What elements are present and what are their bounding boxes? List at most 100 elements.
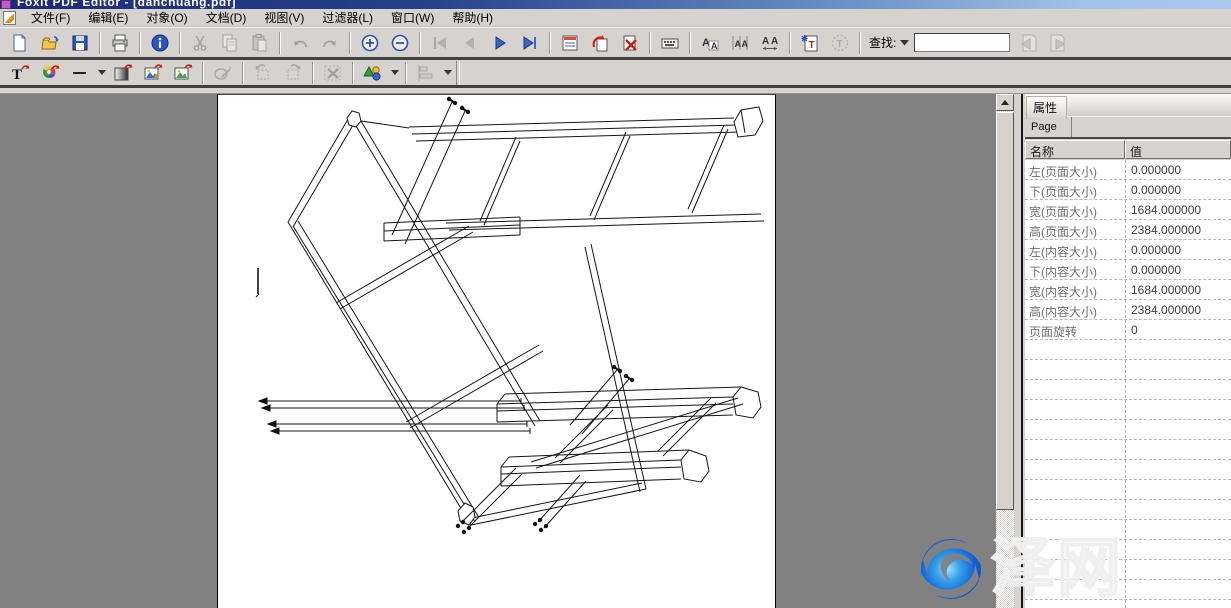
add-shape-dropdown[interactable]	[388, 64, 401, 82]
toolbar-separator	[202, 62, 204, 84]
property-value[interactable]: 0	[1125, 320, 1231, 339]
keyboard-button[interactable]	[655, 31, 685, 55]
toolbar-separator	[352, 62, 354, 84]
color-picker-button[interactable]	[35, 61, 65, 85]
line-width-button[interactable]	[65, 61, 95, 85]
insert-text-button[interactable]: T	[795, 31, 825, 55]
last-page-icon	[520, 33, 540, 53]
text-art-button[interactable]: T	[825, 31, 855, 55]
tab-page[interactable]: Page	[1025, 117, 1072, 137]
first-page-button[interactable]	[425, 31, 455, 55]
zoom-in-button[interactable]	[355, 31, 385, 55]
column-header-value[interactable]: 值	[1125, 140, 1231, 159]
keyboard-icon	[660, 33, 680, 53]
scissors-icon	[190, 33, 210, 53]
copy-button[interactable]	[215, 31, 245, 55]
redo-icon	[320, 33, 340, 53]
align-objects-dropdown[interactable]	[441, 64, 454, 82]
find-previous-button[interactable]	[1013, 31, 1043, 55]
align-objects-button[interactable]	[411, 61, 441, 85]
line-width-dropdown[interactable]	[95, 64, 108, 82]
new-document-button[interactable]	[5, 31, 35, 55]
redo-button[interactable]	[315, 31, 345, 55]
vertical-scrollbar[interactable]	[996, 94, 1014, 608]
property-value[interactable]: 0.000000	[1125, 160, 1231, 179]
scrollbar-thumb[interactable]	[996, 112, 1014, 510]
delete-page-button[interactable]	[615, 31, 645, 55]
property-row[interactable]: 宽(页面大小)1684.000000	[1025, 200, 1231, 220]
pdf-page[interactable]	[217, 94, 776, 608]
previous-page-button[interactable]	[455, 31, 485, 55]
rotate-object-right-button[interactable]	[278, 61, 308, 85]
rotate-page-button[interactable]	[585, 31, 615, 55]
find-input[interactable]	[914, 33, 1010, 52]
property-value[interactable]: 1684.000000	[1125, 200, 1231, 219]
property-row[interactable]: 高(页面大小)2384.000000	[1025, 220, 1231, 240]
edit-object-button[interactable]	[208, 61, 238, 85]
document-canvas[interactable]	[0, 94, 996, 608]
paste-icon	[250, 33, 270, 53]
property-name: 下(页面大小)	[1025, 180, 1125, 199]
document-info-button[interactable]	[145, 31, 175, 55]
add-text-button[interactable]: T	[5, 61, 35, 85]
letter-width-icon: AA	[730, 33, 750, 53]
last-page-button[interactable]	[515, 31, 545, 55]
zoom-out-button[interactable]	[385, 31, 415, 55]
rotate-right-icon	[282, 62, 304, 84]
property-row[interactable]: 下(页面大小)0.000000	[1025, 180, 1231, 200]
undo-button[interactable]	[285, 31, 315, 55]
property-value[interactable]: 0.000000	[1125, 260, 1231, 279]
column-header-name[interactable]: 名称	[1025, 140, 1125, 159]
fill-gradient-button[interactable]	[108, 61, 138, 85]
next-page-button[interactable]	[485, 31, 515, 55]
property-value[interactable]: 0.000000	[1125, 180, 1231, 199]
document-icon[interactable]	[3, 11, 16, 25]
rotate-object-left-button[interactable]	[248, 61, 278, 85]
menu-edit[interactable]: 编辑(E)	[79, 8, 137, 28]
zoom-in-icon	[360, 33, 380, 53]
property-value[interactable]: 2384.000000	[1125, 300, 1231, 319]
edit-image-button[interactable]	[138, 61, 168, 85]
print-button[interactable]	[105, 31, 135, 55]
replace-image-button[interactable]	[168, 61, 198, 85]
property-row[interactable]: 左(页面大小)0.000000	[1025, 160, 1231, 180]
paste-button[interactable]	[245, 31, 275, 55]
property-value[interactable]: 2384.000000	[1125, 220, 1231, 239]
cut-button[interactable]	[185, 31, 215, 55]
save-file-button[interactable]	[65, 31, 95, 55]
delete-object-button[interactable]	[318, 61, 348, 85]
menu-object[interactable]: 对象(O)	[137, 8, 196, 28]
property-row[interactable]: 下(内容大小)0.000000	[1025, 260, 1231, 280]
character-spacing-button[interactable]: AA	[755, 31, 785, 55]
add-shape-button[interactable]	[358, 61, 388, 85]
property-value[interactable]: 1684.000000	[1125, 280, 1231, 299]
property-row[interactable]: 宽(内容大小)1684.000000	[1025, 280, 1231, 300]
menu-view[interactable]: 视图(V)	[255, 8, 313, 28]
line-width-icon	[70, 63, 90, 83]
menu-document[interactable]: 文档(D)	[197, 8, 256, 28]
menu-file[interactable]: 文件(F)	[22, 8, 79, 28]
scroll-up-button[interactable]	[996, 94, 1014, 111]
replace-font-button[interactable]: AA	[695, 31, 725, 55]
next-page-icon	[490, 33, 510, 53]
svg-text:A: A	[735, 39, 742, 49]
property-row[interactable]: 高(内容大小)2384.000000	[1025, 300, 1231, 320]
panel-splitter[interactable]	[1014, 94, 1023, 608]
find-next-button[interactable]	[1043, 31, 1073, 55]
property-row[interactable]: 左(内容大小)0.000000	[1025, 240, 1231, 260]
find-dropdown-button[interactable]	[898, 34, 911, 52]
menu-filter[interactable]: 过滤器(L)	[313, 8, 382, 28]
menu-help[interactable]: 帮助(H)	[443, 8, 502, 28]
menu-window[interactable]: 窗口(W)	[382, 8, 443, 28]
property-value[interactable]: 0.000000	[1125, 240, 1231, 259]
letter-width-button[interactable]: AA	[725, 31, 755, 55]
align-icon	[415, 62, 437, 84]
empty-row	[1025, 420, 1231, 440]
open-file-button[interactable]	[35, 31, 65, 55]
empty-row	[1025, 460, 1231, 480]
page-form-button[interactable]	[555, 31, 585, 55]
scroll-up-icon	[1001, 100, 1009, 105]
insert-text-icon: T	[800, 33, 820, 53]
property-row[interactable]: 页面旋转0	[1025, 320, 1231, 340]
svg-text:T: T	[837, 39, 843, 50]
